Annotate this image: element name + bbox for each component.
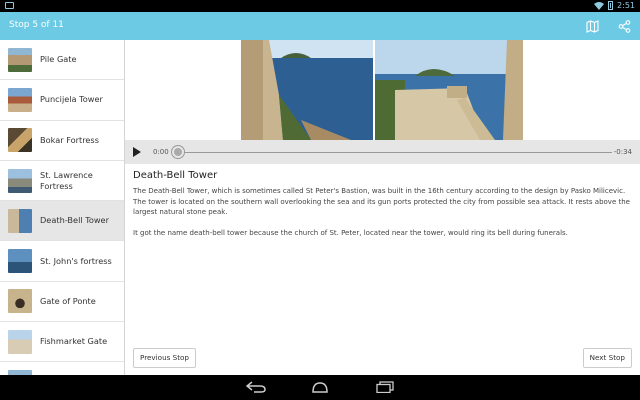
sidebar-item-gate-of-ponte[interactable]: Gate of Ponte: [0, 282, 124, 323]
screenshot-notification-icon: [5, 2, 14, 9]
sidebar-item-label: Gate of Ponte: [40, 295, 96, 306]
sidebar-item-puncijela-tower[interactable]: Puncijela Tower: [0, 80, 124, 121]
wifi-icon: [594, 1, 605, 10]
photo-tower-terrace[interactable]: [375, 40, 523, 140]
page-title: Stop 5 of 11: [9, 20, 64, 30]
remaining-time: -0:34: [613, 148, 632, 156]
thumbnail-image: [8, 168, 32, 193]
photo-city-walls-sea[interactable]: [241, 40, 373, 140]
seek-thumb[interactable]: [172, 146, 184, 158]
play-button[interactable]: [133, 147, 141, 157]
sidebar-item-label: St. John's fortress: [40, 255, 112, 266]
status-bar: 2:51: [0, 0, 640, 12]
share-button[interactable]: [616, 18, 632, 34]
seek-bar[interactable]: [178, 152, 612, 153]
thumbnail-image: [8, 329, 32, 354]
status-time: 2:51: [617, 1, 635, 10]
next-stop-button[interactable]: Next Stop: [582, 348, 632, 368]
stop-detail: 0:00 -0:34 Death-Bell Tower The Death-Be…: [125, 40, 640, 375]
sidebar-item-st-johns-fortress[interactable]: St. John's fortress: [0, 241, 124, 282]
thumbnail-image: [8, 289, 32, 314]
thumbnail-image: [8, 87, 32, 112]
sidebar-item-fishmarket-gate[interactable]: Fishmarket Gate: [0, 322, 124, 363]
sidebar-item-partial[interactable]: [0, 362, 124, 375]
battery-icon: [608, 1, 614, 10]
system-nav-bar: [0, 375, 640, 400]
previous-stop-button[interactable]: Previous Stop: [133, 348, 196, 368]
sidebar-item-label: St. Lawrence Fortress: [40, 169, 93, 191]
description-paragraph: It got the name death-bell tower because…: [133, 228, 568, 237]
sidebar-item-pile-gate[interactable]: Pile Gate: [0, 40, 124, 81]
action-bar: Stop 5 of 11: [0, 12, 640, 40]
thumbnail-image: [8, 47, 32, 72]
thumbnail-image: [8, 208, 32, 233]
thumbnail-image: [8, 249, 32, 274]
current-time: 0:00: [153, 148, 169, 156]
sidebar-item-label: Bokar Fortress: [40, 134, 99, 145]
back-icon[interactable]: [246, 381, 266, 393]
audio-player: 0:00 -0:34: [125, 140, 640, 164]
sidebar-item-death-bell-tower[interactable]: Death-Bell Tower: [0, 201, 124, 242]
photo-image: [375, 40, 523, 140]
stop-title: Death-Bell Tower: [133, 170, 218, 181]
home-icon[interactable]: [311, 381, 329, 393]
recent-apps-icon[interactable]: [376, 381, 394, 393]
sidebar-item-st-lawrence-fortress[interactable]: St. Lawrence Fortress: [0, 161, 124, 202]
sidebar-item-label: Puncijela Tower: [40, 94, 103, 105]
sidebar-item-bokar-fortress[interactable]: Bokar Fortress: [0, 121, 124, 161]
sidebar-item-label: Fishmarket Gate: [40, 336, 108, 347]
description-paragraph: The Death-Bell Tower, which is sometimes…: [133, 187, 630, 217]
stop-description: The Death-Bell Tower, which is sometimes…: [133, 186, 631, 248]
map-icon: [585, 19, 599, 33]
map-button[interactable]: [584, 18, 600, 34]
sidebar-item-label: Death-Bell Tower: [40, 215, 109, 226]
stops-sidebar: Pile Gate Puncijela Tower Bokar Fortress…: [0, 40, 125, 375]
status-icons: 2:51: [594, 1, 635, 10]
photo-gallery[interactable]: [125, 40, 640, 140]
thumbnail-image: [8, 128, 32, 153]
share-icon: [618, 19, 630, 33]
sidebar-item-label: Pile Gate: [40, 54, 77, 65]
photo-image: [241, 40, 373, 140]
